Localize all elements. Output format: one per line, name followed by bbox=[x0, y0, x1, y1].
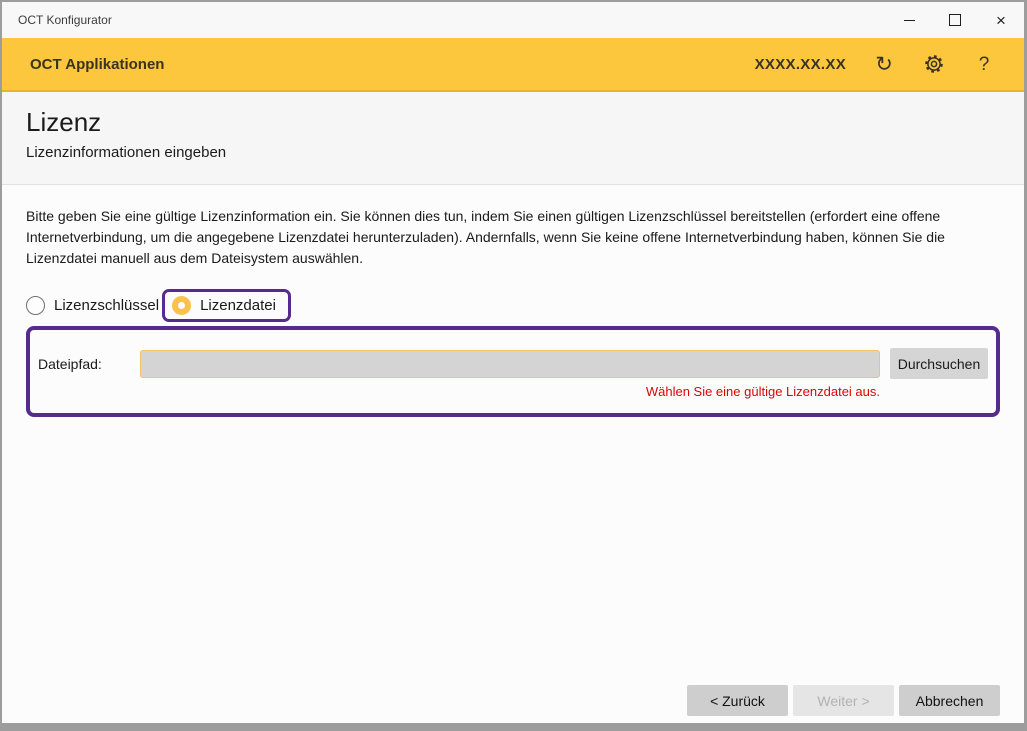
file-path-label: Dateipfad: bbox=[37, 356, 140, 372]
file-path-row: Dateipfad: Durchsuchen bbox=[37, 348, 988, 379]
app-title: OCT Applikationen bbox=[30, 56, 755, 73]
intro-text: Bitte geben Sie eine gültige Lizenzinfor… bbox=[26, 206, 1000, 269]
page-subtitle: Lizenzinformationen eingeben bbox=[26, 144, 1000, 161]
window-controls: × bbox=[886, 2, 1024, 38]
radio-lizenzschluessel[interactable]: Lizenzschlüssel bbox=[26, 296, 159, 315]
header-actions: XXXX.XX.XX ↻ ? bbox=[755, 52, 996, 76]
radio-lizenzschluessel-label: Lizenzschlüssel bbox=[54, 297, 159, 314]
radio-checked-icon bbox=[172, 296, 191, 315]
maximize-icon bbox=[949, 14, 961, 26]
file-path-panel: Dateipfad: Durchsuchen Wählen Sie eine g… bbox=[26, 326, 1000, 417]
validation-message: Wählen Sie eine gültige Lizenzdatei aus. bbox=[37, 384, 880, 399]
wizard-footer: < Zurück Weiter > Abbrechen bbox=[687, 685, 1000, 716]
app-window: OCT Konfigurator × OCT Applikationen XXX… bbox=[2, 2, 1024, 723]
minimize-icon bbox=[904, 20, 915, 21]
highlight-box-lizenzdatei: Lizenzdatei bbox=[162, 289, 291, 322]
radio-lizenzdatei[interactable]: Lizenzdatei bbox=[172, 296, 276, 315]
close-button[interactable]: × bbox=[978, 2, 1024, 38]
minimize-button[interactable] bbox=[886, 2, 932, 38]
license-type-options: Lizenzschlüssel Lizenzdatei bbox=[26, 288, 1000, 322]
radio-lizenzdatei-label: Lizenzdatei bbox=[200, 297, 276, 314]
main-content: Bitte geben Sie eine gültige Lizenzinfor… bbox=[2, 185, 1024, 723]
title-bar: OCT Konfigurator × bbox=[2, 2, 1024, 38]
refresh-icon: ↻ bbox=[875, 54, 893, 75]
cancel-button[interactable]: Abbrechen bbox=[899, 685, 1000, 716]
close-icon: × bbox=[996, 12, 1006, 29]
file-path-input[interactable] bbox=[140, 350, 880, 378]
version-label: XXXX.XX.XX bbox=[755, 56, 846, 73]
next-button[interactable]: Weiter > bbox=[793, 685, 894, 716]
refresh-button[interactable]: ↻ bbox=[872, 52, 896, 76]
settings-button[interactable] bbox=[922, 52, 946, 76]
help-icon: ? bbox=[979, 55, 990, 74]
page-title: Lizenz bbox=[26, 108, 1000, 138]
gear-icon bbox=[923, 53, 945, 75]
browse-button[interactable]: Durchsuchen bbox=[890, 348, 988, 379]
back-button[interactable]: < Zurück bbox=[687, 685, 788, 716]
maximize-button[interactable] bbox=[932, 2, 978, 38]
page-header: Lizenz Lizenzinformationen eingeben bbox=[2, 92, 1024, 185]
app-header: OCT Applikationen XXXX.XX.XX ↻ ? bbox=[2, 38, 1024, 92]
window-title: OCT Konfigurator bbox=[2, 13, 886, 27]
help-button[interactable]: ? bbox=[972, 52, 996, 76]
radio-unchecked-icon bbox=[26, 296, 45, 315]
